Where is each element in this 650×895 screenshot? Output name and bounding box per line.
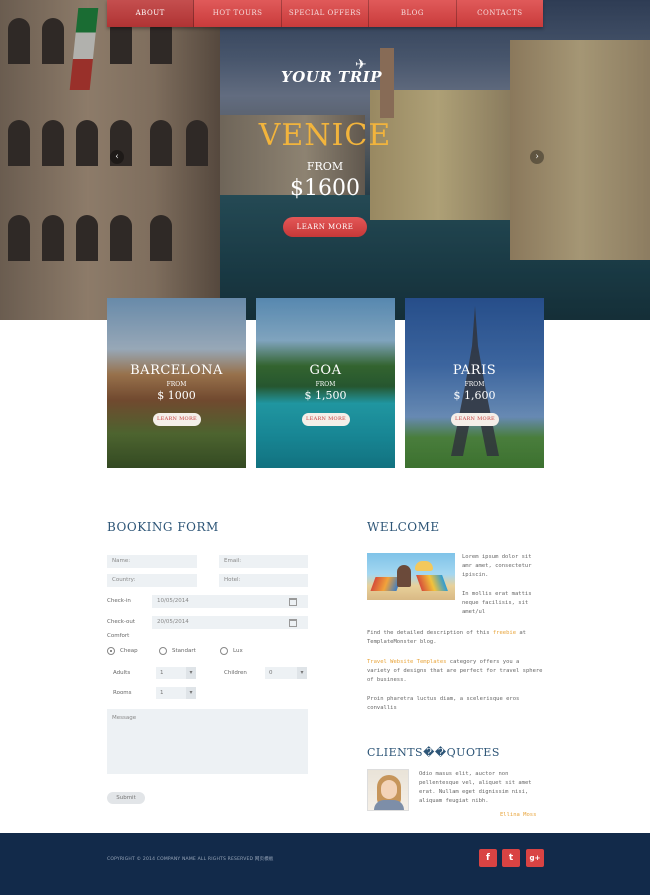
footer — [0, 833, 650, 895]
twitter-icon[interactable]: t — [502, 849, 520, 867]
nav-blog[interactable]: BLOG — [369, 0, 457, 27]
message-textarea[interactable]: Message — [107, 709, 308, 774]
children-select[interactable]: 0 ▾ — [265, 667, 307, 679]
welcome-paragraph: Find the detailed description of this fr… — [367, 630, 526, 645]
travel-templates-link[interactable]: Travel Website Templates — [367, 659, 446, 665]
card-learn-more-button[interactable]: LEARN MORE — [451, 413, 499, 426]
comfort-standart-radio[interactable] — [159, 647, 167, 655]
card-price: $ 1,600 — [453, 389, 496, 402]
checkin-label: Check-in — [107, 598, 131, 604]
main-nav: ABOUT HOT TOURS SPECIAL OFFERS BLOG CONT… — [107, 0, 543, 27]
clients-quotes-title: CLIENTS��QUOTES — [367, 746, 500, 759]
country-field[interactable]: Country: — [107, 574, 197, 587]
welcome-side-text: Lorem ipsum dolor sit amr amet, consecte… — [462, 554, 532, 578]
comfort-option-label: Standart — [172, 648, 196, 654]
card-price: $ 1,500 — [304, 389, 347, 402]
chevron-down-icon: ▾ — [186, 667, 196, 679]
booking-form-title: BOOKING FORM — [107, 520, 219, 534]
comfort-label: Comfort — [107, 633, 130, 639]
hotel-field[interactable]: Hotel: — [219, 574, 308, 587]
site-logo[interactable]: YOUR TRIP — [281, 68, 382, 86]
client-quote: Odio masus elit, auctor non pellentesque… — [419, 771, 532, 804]
beach-couple-image — [367, 553, 455, 600]
adults-label: Adults — [113, 670, 131, 676]
chevron-down-icon: ▾ — [186, 687, 196, 699]
destination-card-barcelona[interactable]: BARCELONA FROM $ 1000 LEARN MORE — [107, 298, 246, 468]
card-price: $ 1000 — [157, 389, 196, 402]
comfort-option-label: Lux — [233, 648, 243, 654]
rooms-label: Rooms — [113, 690, 132, 696]
checkout-date-field[interactable]: 20/05/2014 — [152, 616, 308, 629]
card-learn-more-button[interactable]: LEARN MORE — [153, 413, 201, 426]
calendar-icon[interactable] — [289, 598, 297, 606]
comfort-option-label: Cheap — [120, 648, 138, 654]
email-field[interactable]: Email: — [219, 555, 308, 568]
destination-card-goa[interactable]: GOA FROM $ 1,500 LEARN MORE — [256, 298, 395, 468]
chevron-down-icon: ▾ — [297, 667, 307, 679]
adults-select[interactable]: 1 ▾ — [156, 667, 196, 679]
card-title: PARIS — [452, 363, 497, 378]
nav-about[interactable]: ABOUT — [107, 0, 195, 27]
nav-hot-tours[interactable]: HOT TOURS — [194, 0, 282, 27]
checkout-label: Check-out — [107, 619, 136, 625]
google-plus-icon[interactable]: g+ — [526, 849, 544, 867]
destination-cards: BARCELONA FROM $ 1000 LEARN MORE GOA FRO… — [107, 298, 544, 468]
children-value: 0 — [269, 670, 273, 676]
client-name: Ellina Moss — [500, 812, 537, 818]
checkin-date-field[interactable]: 10/05/2014 — [152, 595, 308, 608]
comfort-lux-radio[interactable] — [220, 647, 228, 655]
welcome-side-text: In mollis erat mattis neque facilisis, s… — [462, 591, 532, 615]
submit-button[interactable]: Submit — [107, 792, 145, 804]
children-label: Children — [224, 670, 247, 676]
calendar-icon[interactable] — [289, 619, 297, 627]
card-title: GOA — [309, 363, 342, 378]
adults-value: 1 — [160, 670, 164, 676]
card-title: BARCELONA — [130, 363, 223, 378]
card-from-label: FROM — [166, 381, 187, 388]
comfort-cheap-radio[interactable] — [107, 647, 115, 655]
copyright-text: COPYRIGHT © 2014 COMPANY NAME ALL RIGHTS… — [107, 857, 274, 862]
hero-price: $1600 — [290, 176, 360, 201]
hero-from-label: FROM — [306, 160, 344, 173]
facebook-icon[interactable]: f — [479, 849, 497, 867]
card-from-label: FROM — [464, 381, 485, 388]
hero-learn-more-button[interactable]: LEARN MORE — [283, 217, 367, 237]
destination-card-paris[interactable]: PARIS FROM $ 1,600 LEARN MORE — [405, 298, 544, 468]
airplane-icon: ✈ — [355, 57, 367, 73]
nav-special-offers[interactable]: SPECIAL OFFERS — [282, 0, 370, 27]
nav-contacts[interactable]: CONTACTS — [457, 0, 543, 27]
freebie-link[interactable]: freebie — [493, 630, 516, 636]
client-avatar — [367, 769, 409, 811]
card-from-label: FROM — [315, 381, 336, 388]
welcome-paragraph: Travel Website Templates category offers… — [367, 659, 543, 683]
name-field[interactable]: Name: — [107, 555, 197, 568]
welcome-title: WELCOME — [367, 520, 440, 534]
rooms-select[interactable]: 1 ▾ — [156, 687, 196, 699]
rooms-value: 1 — [160, 690, 164, 696]
card-learn-more-button[interactable]: LEARN MORE — [302, 413, 350, 426]
welcome-paragraph: Proin pharetra luctus diam, a scelerisqu… — [367, 696, 520, 711]
hero-title: VENICE — [258, 118, 392, 153]
